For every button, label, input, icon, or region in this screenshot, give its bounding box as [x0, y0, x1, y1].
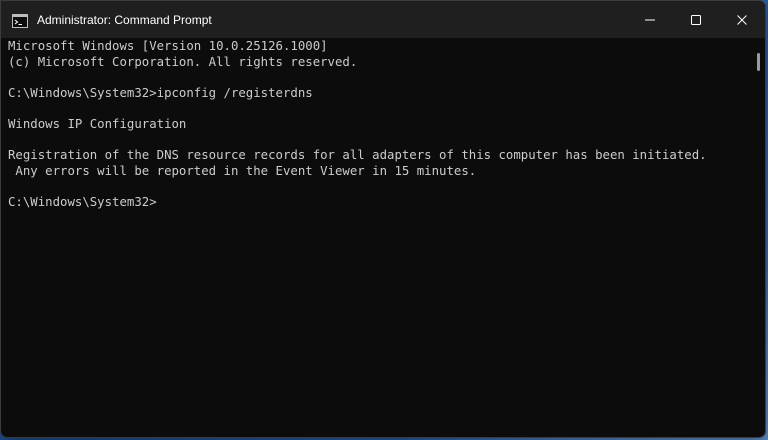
window-title: Administrator: Command Prompt — [37, 12, 212, 27]
title-bar[interactable]: Administrator: Command Prompt — [1, 1, 765, 38]
command-prompt-window[interactable]: Administrator: Command Prompt Microsoft … — [0, 0, 766, 438]
maximize-button[interactable] — [673, 1, 719, 38]
scroll-thumb[interactable] — [757, 53, 760, 71]
caption-buttons — [627, 1, 765, 38]
vertical-scrollbar[interactable] — [751, 38, 765, 437]
console-line: Microsoft Windows [Version 10.0.25126.10… — [8, 39, 328, 53]
console-line: Windows IP Configuration — [8, 116, 187, 131]
console-line: Registration of the DNS resource records… — [8, 148, 707, 163]
console-output[interactable]: Microsoft Windows [Version 10.0.25126.10… — [1, 38, 751, 437]
console-line: Any errors will be reported in the Event… — [8, 163, 477, 178]
minimize-button[interactable] — [627, 1, 673, 38]
console-line: (c) Microsoft Corporation. All rights re… — [8, 54, 358, 69]
maximize-icon — [691, 14, 701, 25]
minimize-icon — [645, 15, 655, 25]
prompt-line: C:\Windows\System32> — [8, 194, 157, 209]
console-line: C:\Windows\System32>ipconfig /registerdn… — [8, 85, 313, 100]
cmd-icon — [12, 13, 28, 28]
close-button[interactable] — [719, 1, 765, 38]
close-icon — [737, 14, 747, 25]
